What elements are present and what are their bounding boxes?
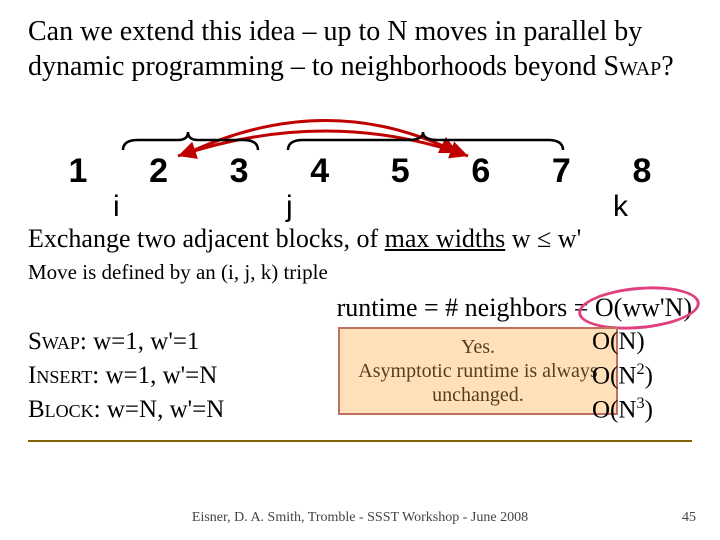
runtime-header: runtime = # neighbors = O(ww'N) bbox=[28, 293, 692, 323]
pointer-i: i bbox=[113, 190, 120, 224]
callout-line2: Asymptotic runtime is always unchanged. bbox=[348, 359, 608, 407]
runtime-label: runtime = # neighbors = bbox=[337, 293, 589, 322]
page-number: 45 bbox=[682, 510, 696, 526]
divider bbox=[28, 440, 692, 442]
num-8: 8 bbox=[622, 152, 662, 191]
exchange-a: Exchange two adjacent blocks, of bbox=[28, 224, 385, 253]
variants-table: Swap: w=1, w'=1 Insert: w=1, w'=N Block:… bbox=[28, 325, 692, 426]
swap-name: Swap: bbox=[28, 328, 87, 355]
variants-bigo-col: O(N) O(N2) O(N3) bbox=[592, 325, 692, 427]
slide-title: Can we extend this idea – up to N moves … bbox=[28, 14, 692, 84]
num-5: 5 bbox=[380, 152, 420, 191]
exchange-b: w ≤ w' bbox=[505, 224, 581, 253]
row-block: Block: w=N, w'=N bbox=[28, 393, 328, 427]
variants-left-col: Swap: w=1, w'=1 Insert: w=1, w'=N Block:… bbox=[28, 325, 328, 426]
callout-line1: Yes. bbox=[348, 335, 608, 359]
callout-box: Yes. Asymptotic runtime is always unchan… bbox=[338, 327, 618, 415]
bigo-insert: O(N2) bbox=[592, 359, 692, 393]
num-7: 7 bbox=[541, 152, 581, 191]
pointer-j: j bbox=[286, 190, 293, 224]
title-swap: Swap bbox=[603, 51, 661, 82]
insert-name: Insert: bbox=[28, 362, 99, 389]
bigo-swap: O(N) bbox=[592, 325, 692, 359]
bigo-block: O(N3) bbox=[592, 393, 692, 427]
block-vals: w=N, w'=N bbox=[101, 396, 225, 423]
block-name: Block: bbox=[28, 396, 101, 423]
sequence-diagram: 1 2 3 4 5 6 7 8 i j k bbox=[28, 98, 692, 218]
sequence-numbers: 1 2 3 4 5 6 7 8 bbox=[58, 152, 662, 191]
move-definition: Move is defined by an (i, j, k) triple bbox=[28, 260, 692, 285]
title-q: ? bbox=[661, 51, 673, 82]
num-2: 2 bbox=[139, 152, 179, 191]
pointer-k: k bbox=[613, 190, 628, 224]
num-4: 4 bbox=[300, 152, 340, 191]
swap-vals: w=1, w'=1 bbox=[87, 328, 200, 355]
row-insert: Insert: w=1, w'=N bbox=[28, 359, 328, 393]
exchange-u: max widths bbox=[385, 224, 506, 253]
title-text: Can we extend this idea – up to N moves … bbox=[28, 16, 642, 82]
num-1: 1 bbox=[58, 152, 98, 191]
row-swap: Swap: w=1, w'=1 bbox=[28, 325, 328, 359]
footer-citation: Eisner, D. A. Smith, Tromble - SSST Work… bbox=[0, 510, 720, 526]
exchange-text: Exchange two adjacent blocks, of max wid… bbox=[28, 224, 692, 254]
num-3: 3 bbox=[219, 152, 259, 191]
insert-vals: w=1, w'=N bbox=[99, 362, 217, 389]
num-6: 6 bbox=[461, 152, 501, 191]
